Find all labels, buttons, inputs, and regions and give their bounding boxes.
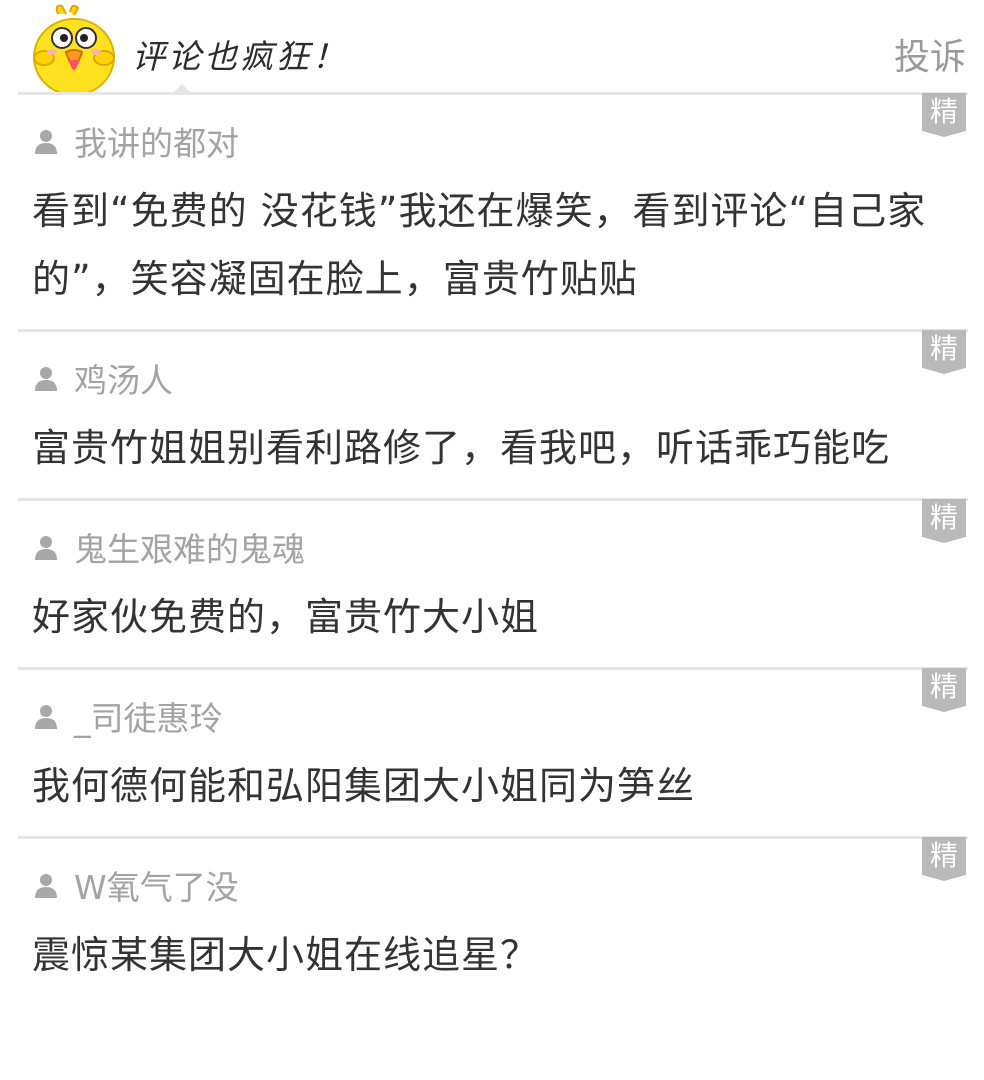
report-button[interactable]: 投诉: [894, 28, 966, 80]
comment-item: 精 鬼生艰难的鬼魂 好家伙免费的，富贵竹大小姐: [18, 499, 968, 670]
comment-text: 我何德何能和弘阳集团大小姐同为笋丝: [32, 764, 696, 808]
comment-text: 看到“免费的 没花钱”我还在爆笑，看到评论“自己家的”，笑容凝固在脸上，富贵竹贴…: [32, 189, 927, 301]
user-icon: [35, 130, 57, 154]
comment-item: 精 鸡汤人 富贵竹姐姐别看利路修了，看我吧，听话乖巧能吃: [18, 330, 968, 501]
comment-author-row: W氧气了没: [32, 861, 928, 909]
user-icon: [35, 874, 57, 898]
comment-item: 精 我讲的都对 看到“免费的 没花钱”我还在爆笑，看到评论“自己家的”，笑容凝固…: [18, 93, 968, 332]
page-header: 评论也疯狂！ 投诉: [0, 0, 984, 95]
comment-author[interactable]: 我讲的都对: [74, 117, 239, 165]
comment-author[interactable]: W氧气了没: [74, 861, 239, 909]
featured-badge: 精: [922, 330, 966, 374]
comment-item: 精 _司徒惠玲 我何德何能和弘阳集团大小姐同为笋丝: [18, 668, 968, 839]
user-icon: [35, 536, 57, 560]
comment-author-row: 我讲的都对: [32, 117, 928, 165]
comment-author-row: 鸡汤人: [32, 354, 928, 402]
user-icon: [35, 705, 57, 729]
yellow-chick-mascot-icon: [33, 4, 115, 94]
featured-badge: 精: [922, 499, 966, 543]
featured-badge: 精: [922, 93, 966, 137]
section-title: 评论也疯狂！: [132, 37, 348, 76]
comment-item: 精 W氧气了没 震惊某集团大小姐在线追星？: [18, 837, 968, 1005]
featured-badge: 精: [922, 837, 966, 881]
comment-list: 精 我讲的都对 看到“免费的 没花钱”我还在爆笑，看到评论“自己家的”，笑容凝固…: [0, 93, 984, 1005]
comment-author-row: _司徒惠玲: [32, 692, 928, 740]
comment-author[interactable]: 鸡汤人: [74, 354, 173, 402]
comment-text: 富贵竹姐姐别看利路修了，看我吧，听话乖巧能吃: [32, 426, 891, 470]
user-icon: [35, 367, 57, 391]
comment-author[interactable]: _司徒惠玲: [74, 692, 223, 740]
comment-author[interactable]: 鬼生艰难的鬼魂: [74, 523, 305, 571]
featured-badge: 精: [922, 668, 966, 712]
comment-text: 震惊某集团大小姐在线追星？: [32, 933, 540, 977]
comment-text: 好家伙免费的，富贵竹大小姐: [32, 595, 540, 639]
comment-author-row: 鬼生艰难的鬼魂: [32, 523, 928, 571]
